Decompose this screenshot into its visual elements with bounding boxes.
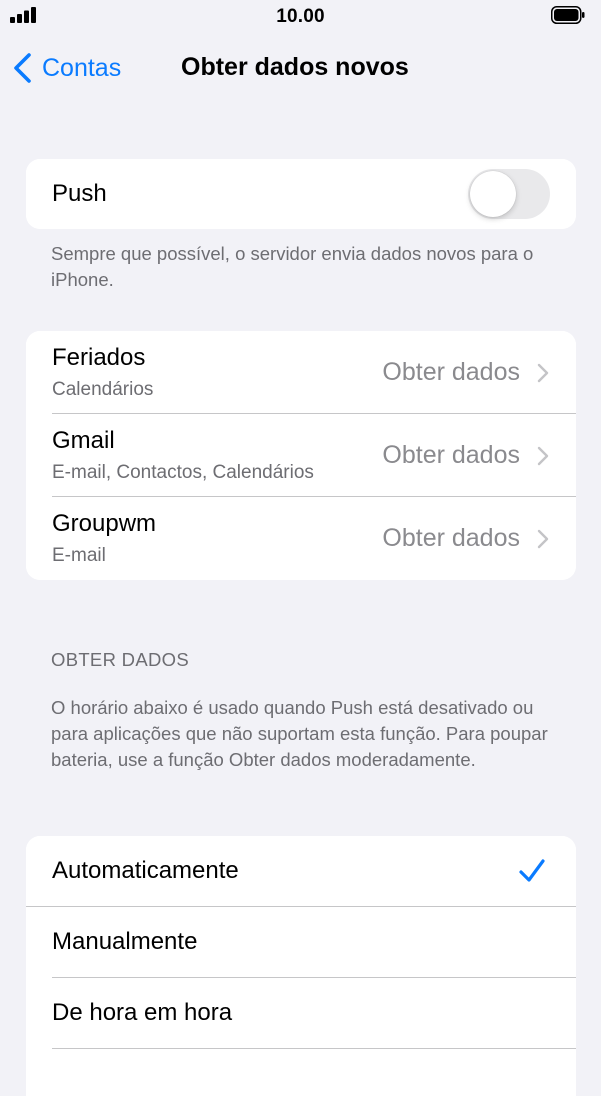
account-name: Gmail [52,427,115,454]
fetch-options-group: Automaticamente Manualmente De hora em h… [26,836,576,1096]
option-label: Manualmente [52,928,198,955]
chevron-right-icon [537,529,549,549]
push-footnote: Sempre que possível, o servidor envia da… [51,243,534,290]
account-detail: Calendários [52,379,154,400]
option-automaticamente[interactable]: Automaticamente [26,836,576,907]
push-label: Push [52,180,107,207]
status-bar: 10.00 [0,0,601,34]
account-fetch-value: Obter dados [382,358,520,386]
push-group: Push [26,159,576,229]
option-label: Automaticamente [52,857,239,884]
account-row-gmail[interactable]: Gmail E-mail, Contactos, Calendários Obt… [26,414,576,497]
account-row-groupwm[interactable]: Groupwm E-mail Obter dados [26,497,576,580]
checkmark-icon [519,859,545,882]
account-fetch-value: Obter dados [382,524,520,552]
account-row-feriados[interactable]: Feriados Calendários Obter dados [26,331,576,414]
account-name: Groupwm [52,510,157,537]
option-label: De hora em hora [52,999,233,1026]
section-header: OBTER DADOS [51,649,189,670]
chevron-right-icon [537,446,549,466]
push-toggle[interactable] [468,169,550,219]
chevron-right-icon [537,363,549,383]
back-button[interactable]: Contas [12,50,121,86]
option-de-hora-em-hora[interactable]: De hora em hora [26,978,576,1049]
back-label: Contas [42,53,122,82]
account-name: Feriados [52,344,146,371]
toggle-knob [470,171,516,217]
navigation-bar: Contas Obter dados novos [0,44,601,92]
status-time: 10.00 [276,6,325,27]
accounts-group: Feriados Calendários Obter dados Gmail E… [26,331,576,580]
account-fetch-value: Obter dados [382,441,520,469]
back-chevron-icon [14,53,31,83]
push-row: Push [26,159,576,229]
divider [52,1048,576,1049]
fetch-description: O horário abaixo é usado quando Push est… [51,697,548,770]
account-detail: E-mail, Contactos, Calendários [52,462,314,483]
page-title: Obter dados novos [181,53,409,81]
option-manualmente[interactable]: Manualmente [26,907,576,978]
account-detail: E-mail [52,545,106,566]
battery-icon [551,6,585,24]
